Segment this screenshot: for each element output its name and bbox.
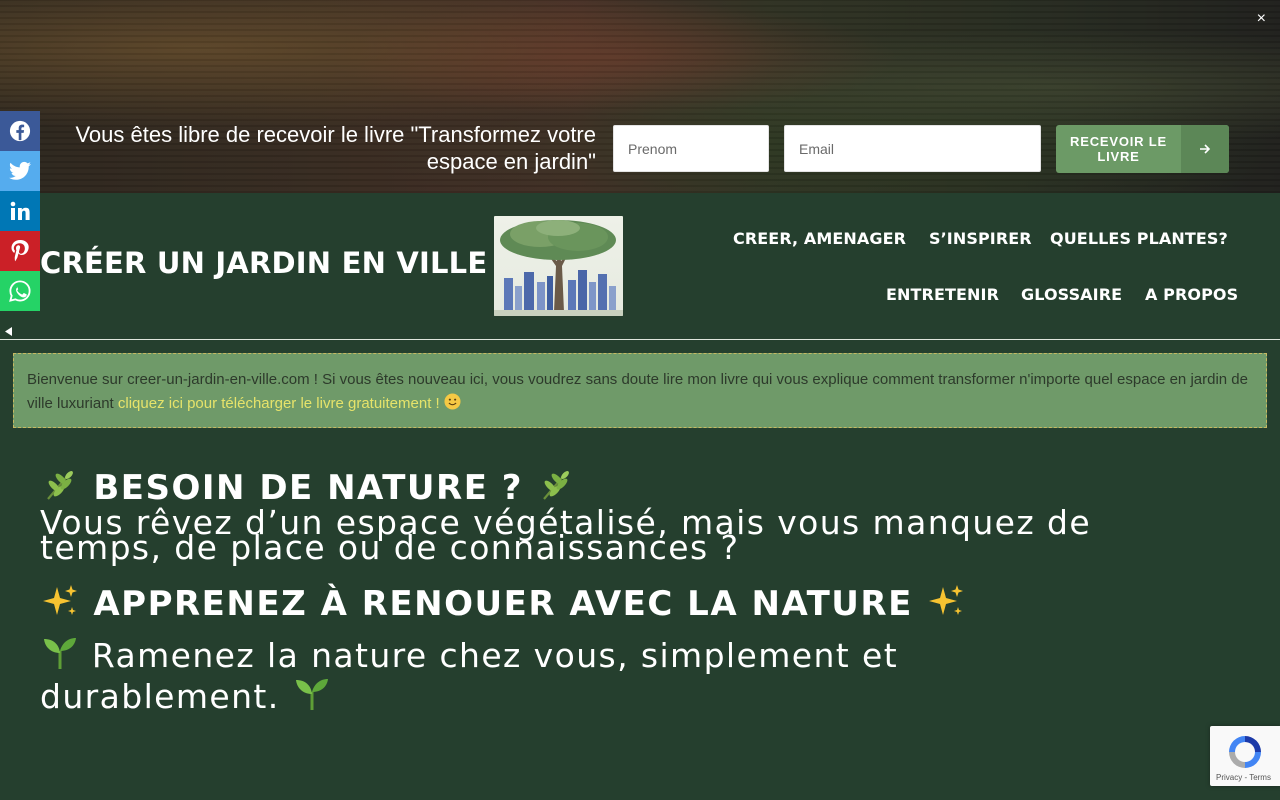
pinterest-share-button[interactable] xyxy=(0,231,40,271)
whatsapp-icon xyxy=(9,280,31,302)
recaptcha-links[interactable]: Privacy - Terms xyxy=(1216,773,1271,782)
triangle-left-icon xyxy=(5,327,12,336)
header-divider xyxy=(0,339,1280,340)
linkedin-icon xyxy=(10,201,30,220)
recaptcha-icon xyxy=(1229,736,1261,768)
facebook-share-button[interactable] xyxy=(0,111,40,151)
herb-icon xyxy=(47,471,73,500)
nav-item-a-propos[interactable]: A PROPOS xyxy=(1145,285,1238,304)
facebook-icon xyxy=(9,120,31,142)
hero-paragraph-dream: Vous rêvez d’un espace végétalisé, mais … xyxy=(40,503,1092,567)
receive-book-label: RECEVOIR LE LIVRE xyxy=(1070,134,1167,164)
welcome-notice: Bienvenue sur creer-un-jardin-en-ville.c… xyxy=(13,353,1267,428)
optin-banner: × Vous êtes libre de recevoir le livre "… xyxy=(0,0,1280,193)
email-input[interactable] xyxy=(784,125,1041,172)
receive-book-button[interactable]: RECEVOIR LE LIVRE xyxy=(1056,125,1229,173)
social-share-bar xyxy=(0,111,40,311)
hero-heading-nature: BESOIN DE NATURE ? xyxy=(40,465,576,508)
whatsapp-share-button[interactable] xyxy=(0,271,40,311)
site-logo[interactable] xyxy=(494,216,623,316)
pinterest-icon xyxy=(11,240,29,262)
firstname-input[interactable] xyxy=(613,125,769,172)
seedling-icon xyxy=(44,638,76,669)
twitter-share-button[interactable] xyxy=(0,151,40,191)
download-book-link[interactable]: cliquez ici pour télécharger le livre gr… xyxy=(118,395,440,412)
seedling-icon xyxy=(295,679,328,710)
hero-heading-reconnect: APPRENEZ À RENOUER AVEC LA NATURE xyxy=(40,581,966,624)
sparkles-icon xyxy=(43,585,77,615)
herb-icon xyxy=(543,471,570,500)
hero-heading-nature-text: BESOIN DE NATURE ? xyxy=(93,468,523,508)
hero-paragraph-bring-nature-text: Ramenez la nature chez vous, simplement … xyxy=(40,636,899,716)
sparkles-icon xyxy=(929,585,964,615)
hero-heading-reconnect-text: APPRENEZ À RENOUER AVEC LA NATURE xyxy=(93,584,913,624)
nav-item-creer-amenager[interactable]: CREER, AMENAGER xyxy=(733,229,906,248)
site-title[interactable]: CRÉER UN JARDIN EN VILLE xyxy=(40,246,487,280)
smiley-icon xyxy=(444,393,461,410)
twitter-icon xyxy=(9,161,31,180)
close-icon[interactable]: × xyxy=(1257,10,1266,28)
hide-share-bar-toggle[interactable] xyxy=(3,324,14,336)
arrow-right-icon xyxy=(1181,125,1229,173)
optin-text: Vous êtes libre de recevoir le livre "Tr… xyxy=(75,122,596,174)
nav-item-glossaire[interactable]: GLOSSAIRE xyxy=(1021,285,1122,304)
hero-paragraph-bring-nature: Ramenez la nature chez vous, simplement … xyxy=(40,633,1140,715)
nav-item-sinspirer[interactable]: S’INSPIRER xyxy=(929,229,1032,248)
nav-item-entretenir[interactable]: ENTRETENIR xyxy=(886,285,999,304)
linkedin-share-button[interactable] xyxy=(0,191,40,231)
nav-item-quelles-plantes[interactable]: QUELLES PLANTES? xyxy=(1050,229,1228,248)
